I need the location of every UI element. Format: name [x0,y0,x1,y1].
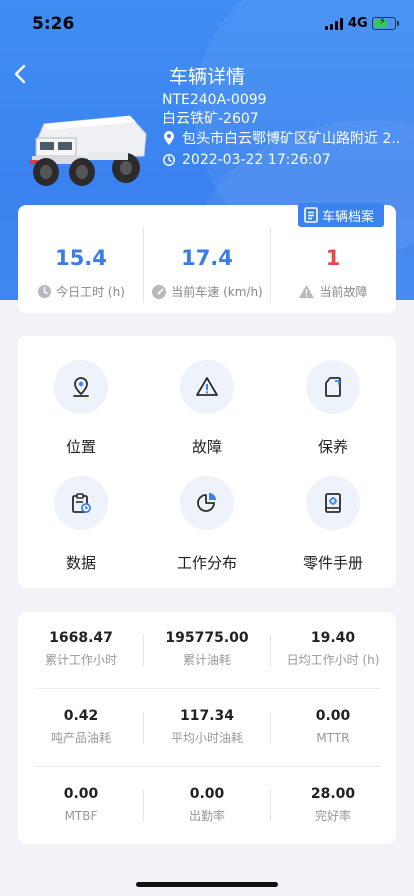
metric-cell: 195775.00 累计油耗 [144,626,270,670]
vehicle-name: 白云铁矿-2607 [162,111,259,127]
document-icon [304,207,318,223]
clock-icon [38,284,52,299]
data-clipboard-icon [54,476,108,530]
network-type: 4G [348,16,368,31]
location-text: 包头市白云鄂博矿区矿山路附近 2... [182,131,402,147]
function-work-distribution[interactable]: 工作分布 [144,476,270,573]
battery-icon: ⚡ [372,16,399,30]
status-time: 5:26 [32,14,75,34]
function-label: 工作分布 [176,554,237,572]
location-pin-icon [54,360,108,414]
metric-label: 吨产品油耗 [50,731,111,745]
pie-chart-icon [180,476,234,530]
metric-value: 117.34 [179,708,235,724]
metric-label: MTBF [64,809,98,823]
metric-value: 19.40 [310,630,356,646]
metric-cell: 28.00 完好率 [270,782,396,826]
metric-label: 累计油耗 [182,653,231,667]
function-label: 数据 [65,554,96,572]
metric-value: 28.00 [310,786,356,802]
clock-refresh-icon [163,154,175,166]
stat-value: 17.4 [181,246,233,270]
divider [34,688,380,689]
page-title: 车辆详情 [168,66,245,88]
function-location[interactable]: 位置 [18,360,144,457]
stat-label-row: 当前车速 (km/h) [144,283,270,300]
function-data[interactable]: 数据 [18,476,144,573]
metric-value: 0.00 [315,708,351,724]
location-pin-icon [164,131,174,145]
stat-faults[interactable]: 1 当前故障 [270,233,396,300]
metric-label: MTTR [316,731,350,745]
stat-work-hours: 15.4 今日工时 (h) [18,233,144,300]
location-row: 包头市白云鄂博矿区矿山路附近 2... [162,128,402,148]
function-label: 位置 [65,438,96,456]
metric-label: 出勤率 [188,809,225,823]
metric-value: 0.00 [189,786,225,802]
home-indicator[interactable] [136,882,278,887]
metric-label: 日均工作小时 (h) [286,653,380,667]
timestamp-text: 2022-03-22 17:26:07 [182,152,331,168]
divider [34,766,380,767]
parts-manual-icon [306,476,360,530]
vehicle-id: NTE240A-0099 [162,92,267,108]
metric-label: 平均小时油耗 [170,731,243,745]
signal-icon [325,18,343,30]
speedometer-icon [152,284,167,299]
fault-warning-icon [180,360,234,414]
function-grid: 位置 故障 保养 数据 工作分布 零件手册 [18,336,396,588]
vehicle-archive-button[interactable]: 车辆档案 [297,203,384,227]
metric-value: 195775.00 [165,630,249,646]
metric-label: 累计工作小时 [44,653,117,667]
metric-cell: 0.42 吨产品油耗 [18,704,144,748]
metric-value: 0.00 [63,786,99,802]
stat-label: 当前故障 [319,285,368,299]
timestamp-row: 2022-03-22 17:26:07 [162,152,331,168]
metric-cell: 0.00 MTTR [270,704,396,748]
metric-cell: 0.00 出勤率 [144,782,270,826]
metrics-card: 1668.47 累计工作小时 195775.00 累计油耗 19.40 日均工作… [18,612,396,844]
stat-label: 今日工时 (h) [56,285,125,299]
stat-value: 1 [325,246,341,270]
vehicle-archive-label: 车辆档案 [321,209,374,225]
warning-icon [299,284,315,299]
stat-label: 当前车速 (km/h) [171,285,263,299]
stats-card: 车辆档案 15.4 今日工时 (h) 17.4 当前车速 (km/h) 1 当前… [18,203,396,313]
status-bar: 5:26 4G ⚡ [0,0,414,48]
metric-value: 0.42 [63,708,99,724]
function-parts-manual[interactable]: 零件手册 [270,476,396,573]
stat-label-row: 当前故障 [270,283,396,300]
metric-cell: 1668.47 累计工作小时 [18,626,144,670]
stat-value: 15.4 [55,246,107,270]
stat-speed: 17.4 当前车速 (km/h) [144,233,270,300]
metric-cell: 0.00 MTBF [18,782,144,826]
function-label: 保养 [317,438,348,456]
maintenance-icon [306,360,360,414]
function-label: 零件手册 [302,554,363,572]
metric-label: 完好率 [314,809,351,823]
function-label: 故障 [191,438,222,456]
metric-cell: 19.40 日均工作小时 (h) [270,626,396,670]
function-fault[interactable]: 故障 [144,360,270,457]
stat-label-row: 今日工时 (h) [18,283,144,300]
function-maintenance[interactable]: 保养 [270,360,396,457]
truck-image [30,115,147,186]
metric-value: 1668.47 [49,630,113,646]
metric-cell: 117.34 平均小时油耗 [144,704,270,748]
